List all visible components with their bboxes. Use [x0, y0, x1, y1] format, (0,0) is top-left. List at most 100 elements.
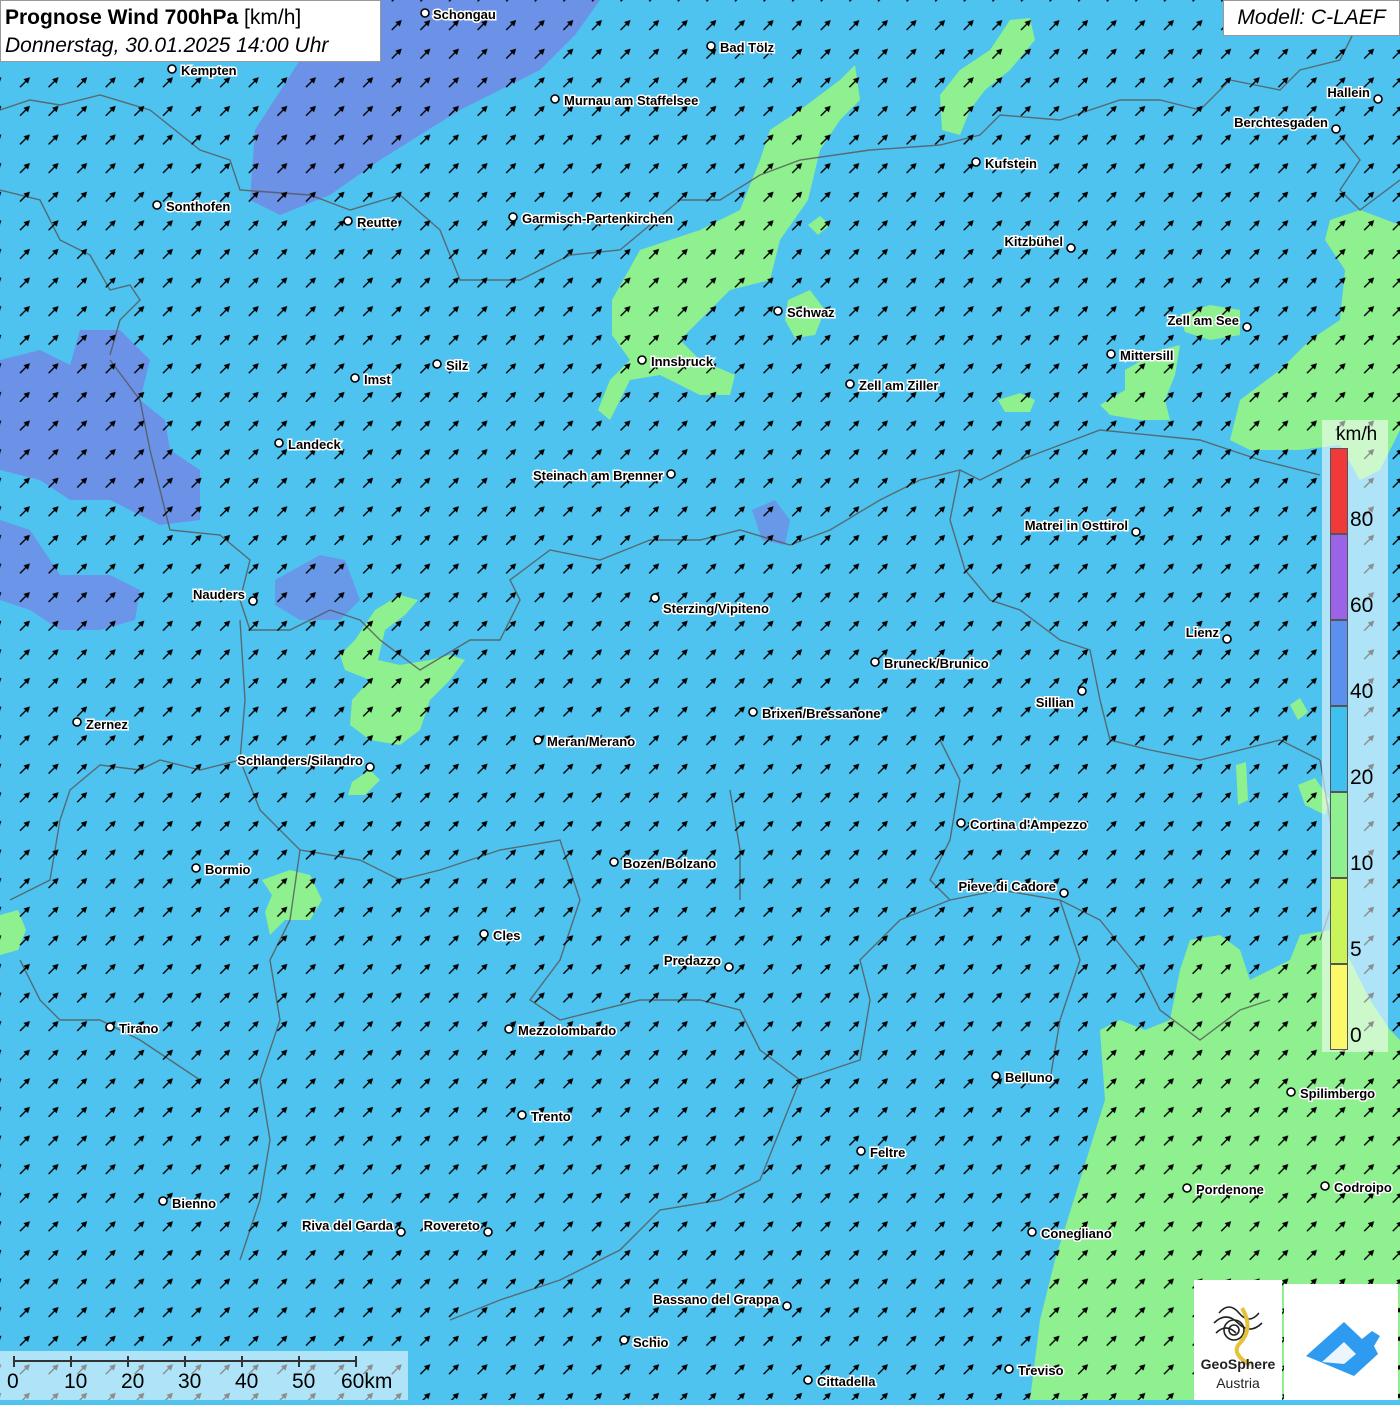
city-label: Treviso [1018, 1363, 1064, 1378]
city-label: Lienz [1186, 625, 1220, 640]
geosphere-country: Austria [1216, 1375, 1260, 1391]
city-dot-icon [782, 1301, 792, 1311]
legend-color-40 [1330, 620, 1348, 706]
city-label: Imst [364, 372, 391, 387]
city-dot-icon [1320, 1181, 1330, 1191]
city-marker[interactable]: Mezzolombardo [504, 1022, 618, 1040]
city-dot-icon [1182, 1183, 1192, 1193]
city-label: Hallein [1327, 85, 1370, 100]
legend-label: 20 [1350, 766, 1374, 789]
city-label: Matrei in Osttirol [1025, 518, 1128, 533]
city-label: Zernez [86, 717, 128, 732]
city-label: Pordenone [1196, 1182, 1264, 1197]
city-marker[interactable]: Zell am Ziller [845, 377, 940, 395]
map-datetime: Donnerstag, 30.01.2025 14:00 Uhr [5, 34, 329, 57]
city-label: Cortina d'Ampezzo [970, 817, 1087, 832]
city-label: Spilimbergo [1300, 1086, 1375, 1101]
city-label: Murnau am Staffelsee [564, 93, 698, 108]
city-label: Conegliano [1041, 1226, 1112, 1241]
city-dot-icon [533, 735, 543, 745]
city-marker[interactable]: Schongau [420, 6, 497, 24]
legend-label: 5 [1350, 938, 1362, 961]
city-marker[interactable]: Spilimbergo [1286, 1085, 1377, 1103]
city-marker[interactable]: Steinach am Brenner [531, 467, 676, 485]
geosphere-logo[interactable]: GeoSphere Austria [1194, 1280, 1282, 1400]
legend-color-80 [1330, 448, 1348, 534]
legend-color-10 [1330, 792, 1348, 878]
city-dot-icon [479, 929, 489, 939]
wind-forecast-map[interactable]: Schongau Bad Tölz Kempten Murnau am Staffel… [0, 0, 1400, 1400]
city-dot-icon [167, 64, 177, 74]
city-label: Rovereto [424, 1218, 480, 1233]
scale-label: 40 [235, 1370, 259, 1393]
city-dot-icon [420, 8, 430, 18]
legend-label: 80 [1350, 508, 1374, 531]
city-dot-icon [365, 762, 375, 772]
city-dot-icon [803, 1375, 813, 1385]
title-unit: [km/h] [244, 6, 302, 29]
city-label: Predazzo [664, 953, 721, 968]
city-dot-icon [1027, 1227, 1037, 1237]
city-dot-icon [1373, 94, 1383, 104]
city-label: Bruneck/Brunico [884, 656, 989, 671]
city-dot-icon [105, 1022, 115, 1032]
city-dot-icon [504, 1024, 514, 1034]
city-label: Schwaz [787, 305, 835, 320]
city-label: Reutte [357, 215, 397, 230]
legend-label: 40 [1350, 680, 1374, 703]
city-marker[interactable]: Brixen/Bressanone [748, 705, 882, 723]
scale-label: 0 [7, 1370, 19, 1393]
legend-label: 10 [1350, 852, 1374, 875]
city-label: Bassano del Grappa [653, 1292, 779, 1307]
city-label: Belluno [1005, 1070, 1053, 1085]
city-dot-icon [971, 157, 981, 167]
city-label: Bormio [205, 862, 251, 877]
city-dot-icon [666, 469, 676, 479]
city-dot-icon [508, 212, 518, 222]
city-label: Riva del Garda [302, 1218, 394, 1233]
city-label: Pieve di Cadore [958, 879, 1056, 894]
city-label: Steinach am Brenner [533, 468, 663, 483]
city-label: Berchtesgaden [1234, 115, 1328, 130]
city-label: Silz [446, 358, 469, 373]
city-marker[interactable]: Garmisch-Partenkirchen [508, 210, 675, 228]
city-marker[interactable]: Cortina d'Ampezzo [956, 816, 1089, 834]
city-label: Schio [633, 1335, 668, 1350]
city-dot-icon [248, 596, 258, 606]
title-bold: Prognose Wind 700hPa [5, 6, 239, 29]
city-marker[interactable]: Bruneck/Brunico [870, 655, 990, 673]
city-dot-icon [517, 1110, 527, 1120]
city-marker[interactable]: Meran/Merano [533, 733, 637, 751]
city-dot-icon [1242, 322, 1252, 332]
city-dot-icon [845, 379, 855, 389]
city-label: Sterzing/Vipiteno [663, 601, 769, 616]
city-dot-icon [870, 657, 880, 667]
city-marker[interactable]: Pordenone [1182, 1181, 1265, 1199]
legend-color-60 [1330, 534, 1348, 620]
city-dot-icon [1286, 1087, 1296, 1097]
city-dot-icon [724, 962, 734, 972]
scale-label: 60km [341, 1370, 393, 1393]
weather-app-icon [1306, 1322, 1380, 1376]
city-dot-icon [191, 863, 201, 873]
city-label: Bienno [172, 1196, 216, 1211]
city-label: Bad Tölz [720, 40, 775, 55]
city-dot-icon [637, 355, 647, 365]
geosphere-name: GeoSphere [1200, 1356, 1276, 1372]
legend-color-5 [1330, 878, 1348, 964]
city-label: Trento [531, 1109, 571, 1124]
city-dot-icon [158, 1196, 168, 1206]
legend-unit: km/h [1336, 424, 1378, 445]
city-label: Innsbruck [651, 354, 714, 369]
app-logo[interactable] [1284, 1284, 1398, 1400]
city-dot-icon [152, 200, 162, 210]
city-dot-icon [991, 1071, 1001, 1081]
city-label: Landeck [288, 437, 342, 452]
city-dot-icon [483, 1227, 493, 1237]
city-marker[interactable]: Conegliano [1027, 1225, 1113, 1243]
city-dot-icon [748, 707, 758, 717]
city-marker[interactable]: Bozen/Bolzano [609, 855, 718, 873]
title-box: Prognose Wind 700hPa [km/h] Donnerstag, … [0, 0, 381, 62]
scale-label: 10 [64, 1370, 88, 1393]
city-marker[interactable]: Murnau am Staffelsee [550, 92, 700, 110]
